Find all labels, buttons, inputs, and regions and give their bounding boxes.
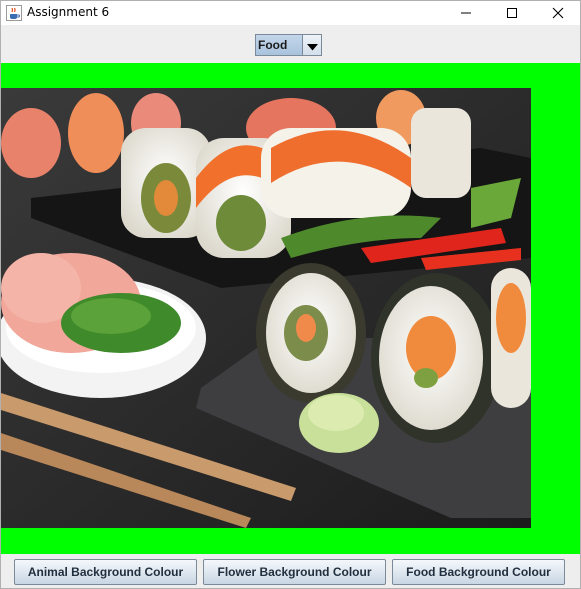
food-image: [1, 88, 531, 528]
chevron-down-icon: [306, 36, 318, 55]
maximize-button[interactable]: [489, 1, 535, 25]
combo-selected-value: Food: [256, 35, 303, 55]
animal-background-button[interactable]: Animal Background Colour: [14, 559, 197, 585]
application-window: Assignment 6 Food Animal Background Colo…: [0, 0, 581, 589]
window-title: Assignment 6: [27, 5, 110, 19]
minimize-button[interactable]: [443, 1, 489, 25]
maximize-icon: [506, 4, 518, 23]
java-cup-icon: [6, 5, 22, 21]
selector-bar: Food: [1, 25, 580, 63]
food-background-button[interactable]: Food Background Colour: [392, 559, 565, 585]
button-bar: Animal Background Colour Flower Backgrou…: [1, 554, 580, 588]
title-bar: Assignment 6: [1, 1, 580, 25]
close-icon: [552, 4, 564, 23]
flower-background-button[interactable]: Flower Background Colour: [203, 559, 386, 585]
close-button[interactable]: [535, 1, 581, 25]
minimize-icon: [460, 4, 472, 23]
combo-dropdown-button[interactable]: [303, 35, 321, 55]
category-combo-box[interactable]: Food: [255, 34, 322, 56]
